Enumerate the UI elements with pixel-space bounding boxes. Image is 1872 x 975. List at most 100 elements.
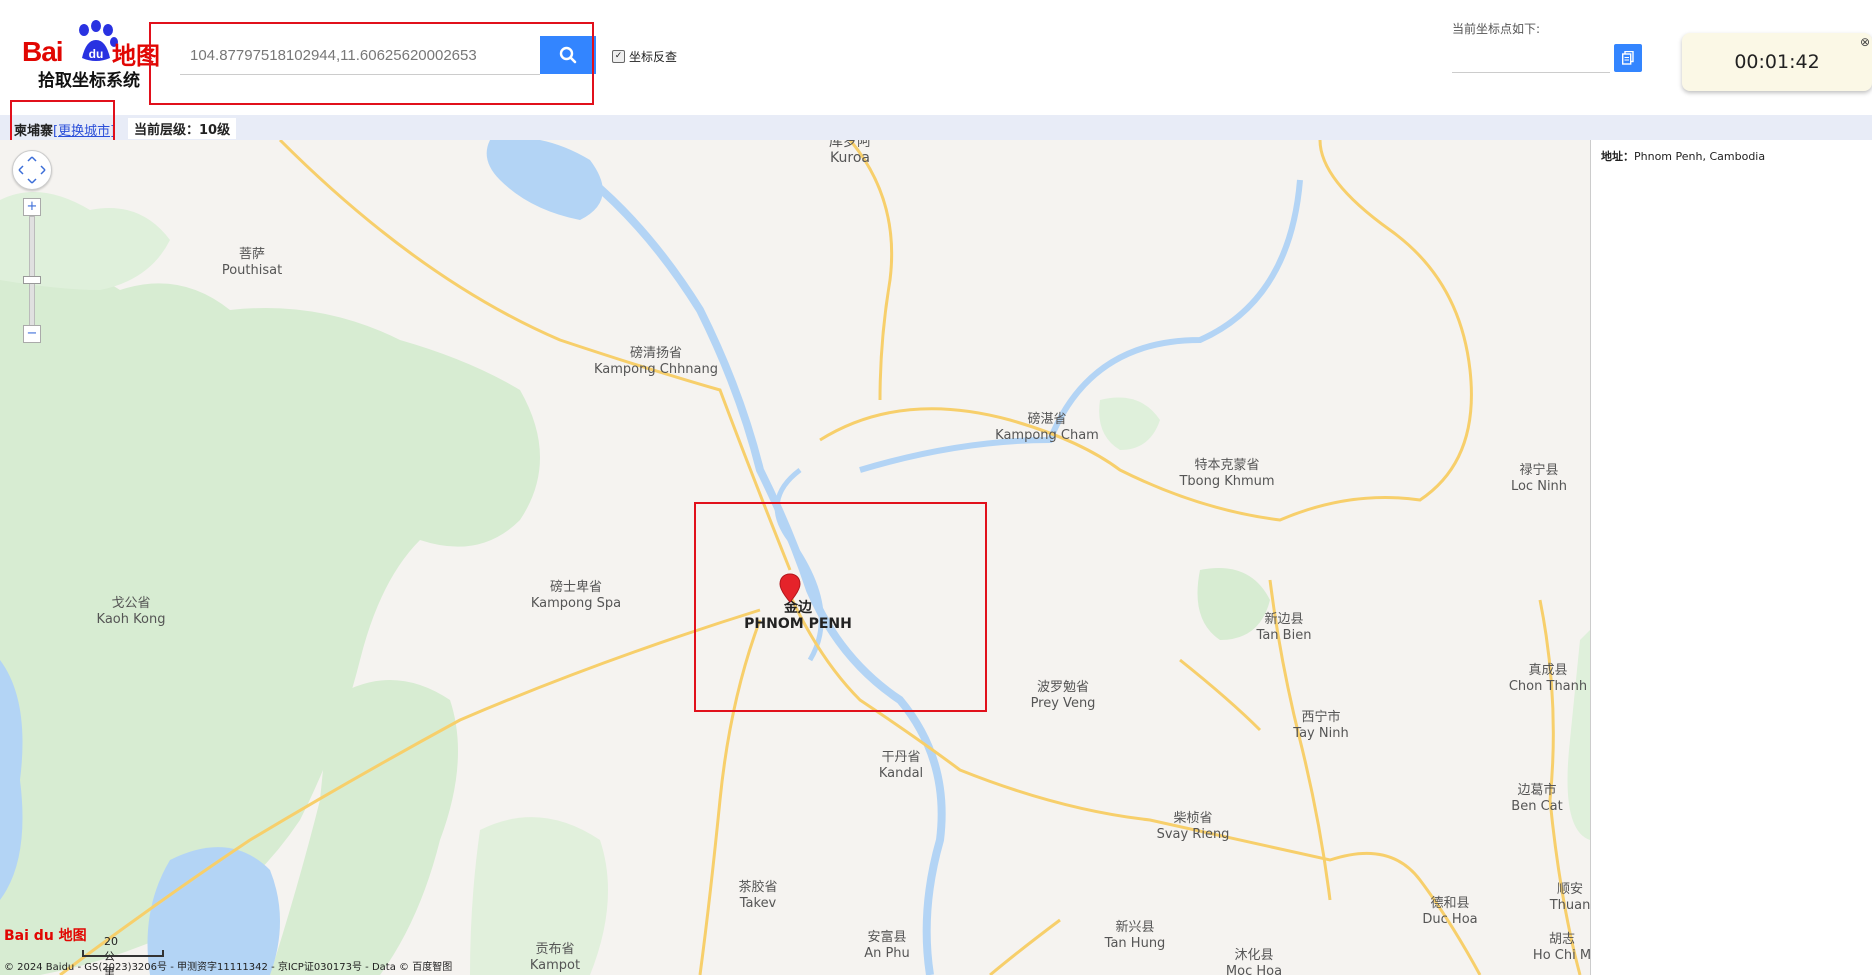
map-label-en: Moc Hoa [1225, 964, 1283, 975]
map-label-en: Thuan [1549, 898, 1590, 913]
zoom-slider-track[interactable] [29, 216, 35, 326]
map-label-cn: 德和县 [1430, 896, 1470, 911]
pan-control[interactable] [12, 150, 52, 190]
map-label: 沐化县 Moc Hoa [1226, 948, 1282, 975]
map-label-cn: 顺安 [1556, 882, 1583, 897]
map-label-cn: 磅湛省 [1027, 412, 1067, 427]
map-label: 干丹省 Kandal [879, 750, 923, 782]
map-canvas[interactable]: 库罗阿 Kuroa 菩萨 Pouthisat 磅清扬省 Kampong Chhnang… [0, 140, 1590, 975]
timer-close-icon[interactable]: ⊗ [1860, 35, 1870, 49]
map-label-en: Kampong Cham [995, 428, 1099, 443]
map-label-cn: 特本克蒙省 [1194, 458, 1260, 473]
map-label-capital: 金边 PHNOM PENH [744, 600, 852, 632]
map-label-cn: 磅士卑省 [549, 580, 603, 595]
map-copyright: © 2024 Baidu - GS(2023)3206号 - 甲测资字11111… [4, 962, 453, 973]
map-label: 新边县 Tan Bien [1257, 612, 1312, 644]
map-label-cn: 贡布省 [535, 942, 575, 957]
map-label-cn: 菩萨 [238, 247, 266, 262]
map-label-en: Kampong Spa [530, 596, 622, 611]
map-label-en: Tbong Khmum [1179, 474, 1275, 489]
map-label: 贡布省 Kampot [530, 942, 580, 974]
map-label-cn: 边葛市 [1517, 783, 1557, 798]
map-label: 德和县 Duc Hoa [1422, 896, 1477, 928]
map-label-en: PHNOM PENH [744, 616, 852, 632]
change-city-link[interactable]: [更换城市] [53, 124, 115, 139]
map-label-en: Ho Chi M [1532, 948, 1590, 963]
map-label-en: Prey Veng [1030, 696, 1096, 711]
map-label: 戈公省 Kaoh Kong [97, 596, 166, 628]
map-label-cn: 磅清扬省 [629, 346, 683, 361]
map-label-cn: 柴桢省 [1173, 811, 1213, 826]
map-label: 柴桢省 Svay Rieng [1157, 811, 1230, 843]
location-pin-icon[interactable] [779, 573, 801, 603]
logo-brand-left: Bai [22, 36, 64, 67]
map-label-cn: 干丹省 [881, 750, 921, 765]
search-box [180, 36, 544, 75]
map-label-cn: 新边县 [1264, 612, 1304, 627]
map-label-en: Kandal [878, 766, 924, 781]
map-label-en: Takev [739, 896, 777, 911]
map-label-en: Loc Ninh [1510, 479, 1568, 494]
city-name: 柬埔寨 [14, 124, 54, 139]
map-label: 安富县 An Phu [864, 930, 910, 962]
map-label: 库罗阿 Kuroa [829, 140, 871, 166]
map-label-cn: 胡志 [1548, 932, 1576, 947]
coord-output-label: 当前坐标点如下: [1452, 22, 1541, 36]
map-label: 西宁市 Tay Ninh [1293, 710, 1348, 742]
search-button[interactable] [540, 36, 596, 74]
map-label: 茶胶省 Takev [738, 880, 777, 912]
map-label: 顺安 Thuan [1550, 882, 1590, 914]
scale-bar [82, 950, 164, 957]
map-label-cn: 真成县 [1528, 663, 1568, 678]
map-label-en: Duc Hoa [1422, 912, 1478, 927]
map-label-en: Tan Bien [1256, 628, 1312, 643]
map-label-en: An Phu [864, 946, 910, 961]
timer-value: 00:01:42 [1734, 51, 1820, 73]
map-label: 特本克蒙省 Tbong Khmum [1179, 458, 1274, 490]
map-label-cn: 波罗勉省 [1036, 680, 1089, 695]
logo-subtitle: 拾取坐标系统 [38, 71, 140, 91]
zoom-in-button[interactable]: + [23, 198, 41, 216]
copy-icon [1622, 51, 1634, 65]
map-zoom-control: + − [12, 150, 52, 350]
map-label-cn: 戈公省 [111, 596, 151, 611]
address-row: 地址：Phnom Penh, Cambodia [1601, 148, 1765, 164]
map-label: 磅湛省 Kampong Cham [995, 412, 1099, 444]
map-label-cn: 茶胶省 [738, 880, 778, 895]
map-label: 禄宁县 Loc Ninh [1511, 463, 1567, 495]
map-label-cn: 新兴县 [1115, 920, 1155, 935]
copy-button[interactable] [1614, 44, 1642, 72]
map-label-en: Kampot [529, 958, 581, 973]
map-label: 新兴县 Tan Hung [1105, 920, 1166, 952]
zoom-out-button[interactable]: − [23, 325, 41, 343]
pan-arrows-icon [18, 156, 46, 184]
zoom-slider-handle[interactable] [23, 276, 41, 284]
map-label-cn: 库罗阿 [829, 140, 871, 150]
map-label-en: Kuroa [830, 150, 870, 166]
address-label: 地址： [1601, 150, 1634, 163]
map-label-en: Kaoh Kong [96, 612, 166, 627]
map-label-en: Tay Ninh [1293, 726, 1349, 741]
map-label-en: Pouthisat [221, 263, 283, 278]
checkbox-checked-icon[interactable]: ✓ [612, 50, 625, 63]
map-label: 波罗勉省 Prey Veng [1031, 680, 1096, 712]
baidu-map-logo[interactable]: Bai du 地图 拾取坐标系统 [22, 18, 162, 91]
search-icon [559, 46, 577, 64]
map-label-en: Tan Hung [1104, 936, 1166, 951]
map-label: 磅清扬省 Kampong Chhnang [594, 346, 718, 378]
map-label-en: Ben Cat [1511, 799, 1563, 814]
map-label-en: Kampong Chhnang [593, 362, 719, 377]
logo-brand-mid: du [89, 47, 104, 61]
map-label-en: Svay Rieng [1156, 827, 1230, 842]
timer-widget: 00:01:42 ⊗ [1682, 33, 1872, 91]
map-label: 菩萨 Pouthisat [222, 247, 282, 279]
coord-output-field[interactable] [1452, 40, 1610, 73]
reverse-lookup-toggle[interactable]: ✓ 坐标反查 [612, 48, 677, 65]
map-label-cn: 禄宁县 [1519, 463, 1559, 478]
map-label-en: Chon Thanh [1508, 679, 1588, 694]
search-input[interactable] [180, 36, 544, 74]
zoom-level-indicator: 当前层级：10级 [128, 118, 237, 139]
address-value: Phnom Penh, Cambodia [1634, 150, 1766, 163]
city-bar: 柬埔寨[更换城市] 当前层级：10级 [0, 115, 1872, 140]
map-label: 真成县 Chon Thanh [1509, 663, 1587, 695]
